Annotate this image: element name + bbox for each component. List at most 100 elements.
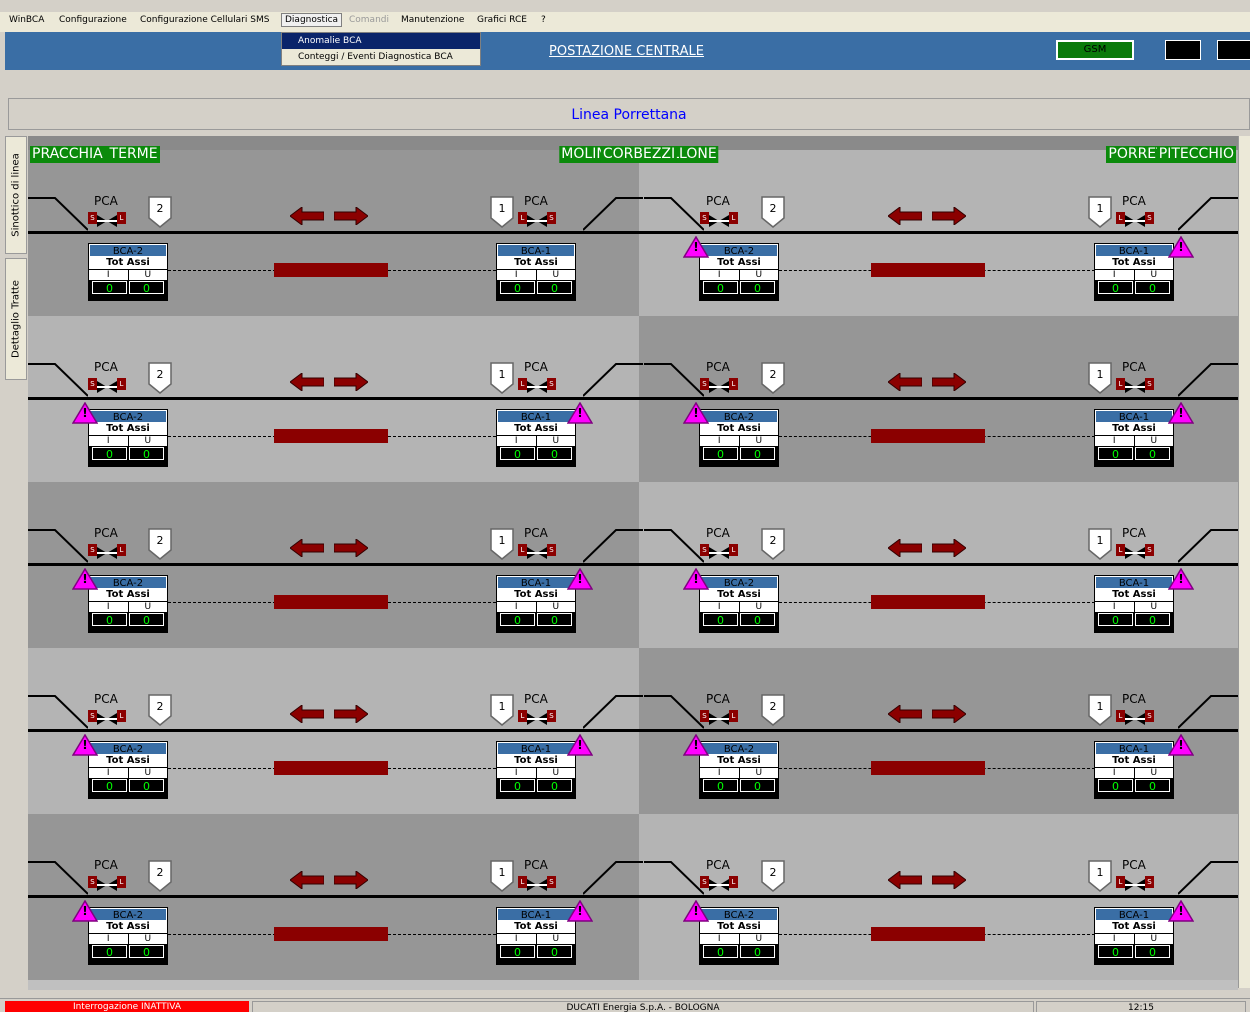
bca-counter-box[interactable]: BCA-2 Tot Assi I U 0 0 [88, 575, 168, 633]
station-name-center[interactable]: CORBEZZI [600, 146, 678, 163]
warning-icon[interactable]: ! [1167, 567, 1195, 590]
bca-counter-box[interactable]: BCA-1 Tot Assi I U 0 0 [496, 907, 576, 965]
menu-diagnostica[interactable]: Diagnostica [281, 13, 343, 27]
menu-configurazione-sms[interactable]: Configurazione Cellulari SMS [140, 15, 269, 25]
arrow-left-icon[interactable] [887, 870, 923, 890]
bca-counter-box[interactable]: BCA-1 Tot Assi I U 0 0 [496, 741, 576, 799]
warning-icon[interactable]: ! [566, 733, 594, 756]
bca-counter-box[interactable]: BCA-1 Tot Assi I U 0 0 [1094, 741, 1174, 799]
section-occupancy-bar[interactable] [274, 761, 388, 775]
warning-icon[interactable]: ! [71, 899, 99, 922]
arrow-right-icon[interactable] [931, 870, 967, 890]
arrow-left-icon[interactable] [887, 372, 923, 392]
warning-icon[interactable]: ! [566, 401, 594, 424]
vertical-scrollbar[interactable] [1238, 136, 1250, 988]
bca-counter-box[interactable]: BCA-1 Tot Assi I U 0 0 [496, 243, 576, 301]
pca-switch: PCA S L [700, 692, 740, 732]
pca-right-marker: S [547, 876, 556, 888]
warning-icon[interactable]: ! [1167, 235, 1195, 258]
bca-counter-box[interactable]: BCA-1 Tot Assi I U 0 0 [1094, 575, 1174, 633]
section-occupancy-bar[interactable] [274, 927, 388, 941]
in-count: 0 [1098, 447, 1133, 461]
warning-icon[interactable]: ! [682, 401, 710, 424]
tot-assi-label: Tot Assi [89, 921, 167, 933]
tab-dettaglio-tratte[interactable]: Dettaglio Tratte [5, 258, 27, 380]
bca-counter-box[interactable]: BCA-2 Tot Assi I U 0 0 [88, 907, 168, 965]
section-occupancy-bar[interactable] [274, 263, 388, 277]
pca-switch: PCA L S [518, 858, 558, 898]
arrow-left-icon[interactable] [289, 870, 325, 890]
warning-icon[interactable]: ! [682, 733, 710, 756]
section-occupancy-bar[interactable] [871, 761, 985, 775]
menu-help[interactable]: ? [541, 15, 546, 25]
bca-counter-box[interactable]: BCA-2 Tot Assi I U 0 0 [699, 907, 779, 965]
arrow-left-icon[interactable] [887, 206, 923, 226]
arrow-left-icon[interactable] [887, 538, 923, 558]
bca-counter-box[interactable]: BCA-2 Tot Assi I U 0 0 [88, 409, 168, 467]
bca-counter-box[interactable]: BCA-1 Tot Assi I U 0 0 [496, 409, 576, 467]
warning-icon[interactable]: ! [682, 567, 710, 590]
out-label: U [755, 768, 763, 778]
synoptic-panel: CASALECCHIOSASSO MARCONIMARZABOTTOPCASL2… [28, 136, 1238, 988]
menu-item-conteggi-eventi[interactable]: Conteggi / Eventi Diagnostica BCA [282, 49, 480, 65]
section-occupancy-bar[interactable] [274, 429, 388, 443]
section-occupancy-bar[interactable] [871, 429, 985, 443]
bca-counter-box[interactable]: BCA-1 Tot Assi I U 0 0 [1094, 243, 1174, 301]
arrow-right-icon[interactable] [931, 372, 967, 392]
bowtie-icon [709, 378, 729, 393]
section-occupancy-bar[interactable] [871, 595, 985, 609]
station-name-right[interactable]: PITECCHIO [1156, 146, 1236, 163]
arrow-left-icon[interactable] [289, 538, 325, 558]
bca-counter-box[interactable]: BCA-2 Tot Assi I U 0 0 [699, 409, 779, 467]
warning-icon[interactable]: ! [1167, 899, 1195, 922]
menu-winbca[interactable]: WinBCA [9, 15, 44, 25]
arrow-right-icon[interactable] [333, 870, 369, 890]
menu-comandi[interactable]: Comandi [349, 15, 389, 25]
menu-grafici-rce[interactable]: Grafici RCE [477, 15, 527, 25]
bca-counter-box[interactable]: BCA-2 Tot Assi I U 0 0 [699, 575, 779, 633]
menu-manutenzione[interactable]: Manutenzione [401, 15, 464, 25]
tab-sinottico-di-linea[interactable]: Sinottico di linea [5, 136, 27, 254]
arrow-left-icon[interactable] [289, 206, 325, 226]
signal-number: 1 [498, 202, 506, 215]
section-occupancy-bar[interactable] [274, 595, 388, 609]
tot-assi-label: Tot Assi [700, 423, 778, 435]
warning-icon[interactable]: ! [1167, 733, 1195, 756]
warning-icon[interactable]: ! [682, 235, 710, 258]
bca-counter-box[interactable]: BCA-2 Tot Assi I U 0 0 [699, 243, 779, 301]
bca-counter-box[interactable]: BCA-2 Tot Assi I U 0 0 [88, 741, 168, 799]
arrow-left-icon[interactable] [887, 704, 923, 724]
arrow-right-icon[interactable] [333, 704, 369, 724]
warning-mark: ! [82, 572, 88, 586]
warning-icon[interactable]: ! [71, 401, 99, 424]
arrow-right-icon[interactable] [931, 704, 967, 724]
warning-icon[interactable]: ! [71, 733, 99, 756]
bca-counter-box[interactable]: BCA-1 Tot Assi I U 0 0 [1094, 409, 1174, 467]
warning-icon[interactable]: ! [566, 899, 594, 922]
in-count: 0 [703, 945, 738, 959]
section-occupancy-bar[interactable] [871, 263, 985, 277]
arrow-left-icon[interactable] [289, 704, 325, 724]
warning-icon[interactable]: ! [1167, 401, 1195, 424]
arrow-left-icon[interactable] [289, 372, 325, 392]
menu-item-anomalie-bca[interactable]: Anomalie BCA [282, 33, 480, 49]
bca-counter-box[interactable]: BCA-2 Tot Assi I U 0 0 [88, 243, 168, 301]
pca-left-marker: S [700, 378, 709, 390]
arrow-right-icon[interactable] [931, 206, 967, 226]
horizontal-scrollbar[interactable] [28, 980, 1238, 990]
arrow-right-icon[interactable] [333, 538, 369, 558]
warning-icon[interactable]: ! [71, 567, 99, 590]
bca-counter-box[interactable]: BCA-1 Tot Assi I U 0 0 [1094, 907, 1174, 965]
arrow-right-icon[interactable] [931, 538, 967, 558]
station-name-left[interactable]: PRACCHIA [30, 146, 105, 163]
bca-counter-box[interactable]: BCA-1 Tot Assi I U 0 0 [496, 575, 576, 633]
bowtie-icon [527, 378, 547, 393]
menu-configurazione[interactable]: Configurazione [59, 15, 127, 25]
warning-icon[interactable]: ! [682, 899, 710, 922]
bca-counter-box[interactable]: BCA-2 Tot Assi I U 0 0 [699, 741, 779, 799]
arrow-right-icon[interactable] [333, 372, 369, 392]
section-occupancy-bar[interactable] [871, 927, 985, 941]
warning-icon[interactable]: ! [566, 567, 594, 590]
arrow-right-icon[interactable] [333, 206, 369, 226]
tab-label: Sinottico di linea [10, 153, 22, 237]
